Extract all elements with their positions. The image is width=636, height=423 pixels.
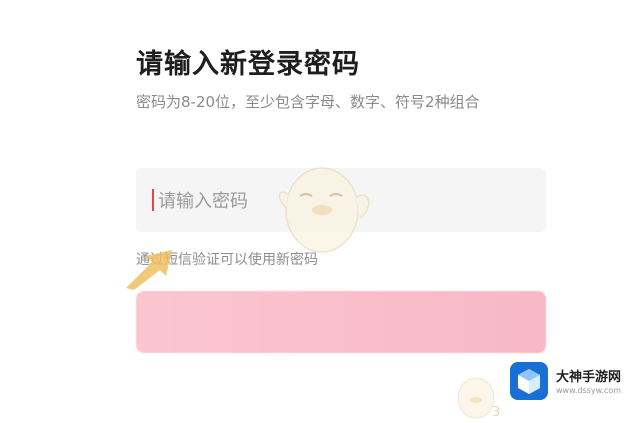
- password-requirements: 密码为8-20位，至少包含字母、数字、符号2种组合: [136, 93, 480, 111]
- mascot-watermark-icon: [278, 167, 370, 253]
- logo-brand-text: 大神手游网: [556, 370, 622, 385]
- watermark-small-text: 3: [492, 405, 501, 420]
- text-caret: [152, 189, 154, 211]
- page-title: 请输入新登录密码: [136, 49, 360, 80]
- confirm-button[interactable]: [136, 291, 546, 353]
- logo-url-text: www.dssyw.com: [556, 386, 622, 395]
- arrow-cursor-icon: [126, 250, 172, 290]
- cube-logo-icon: [510, 362, 548, 400]
- site-logo: 大神手游网 www.dssyw.com: [510, 362, 622, 400]
